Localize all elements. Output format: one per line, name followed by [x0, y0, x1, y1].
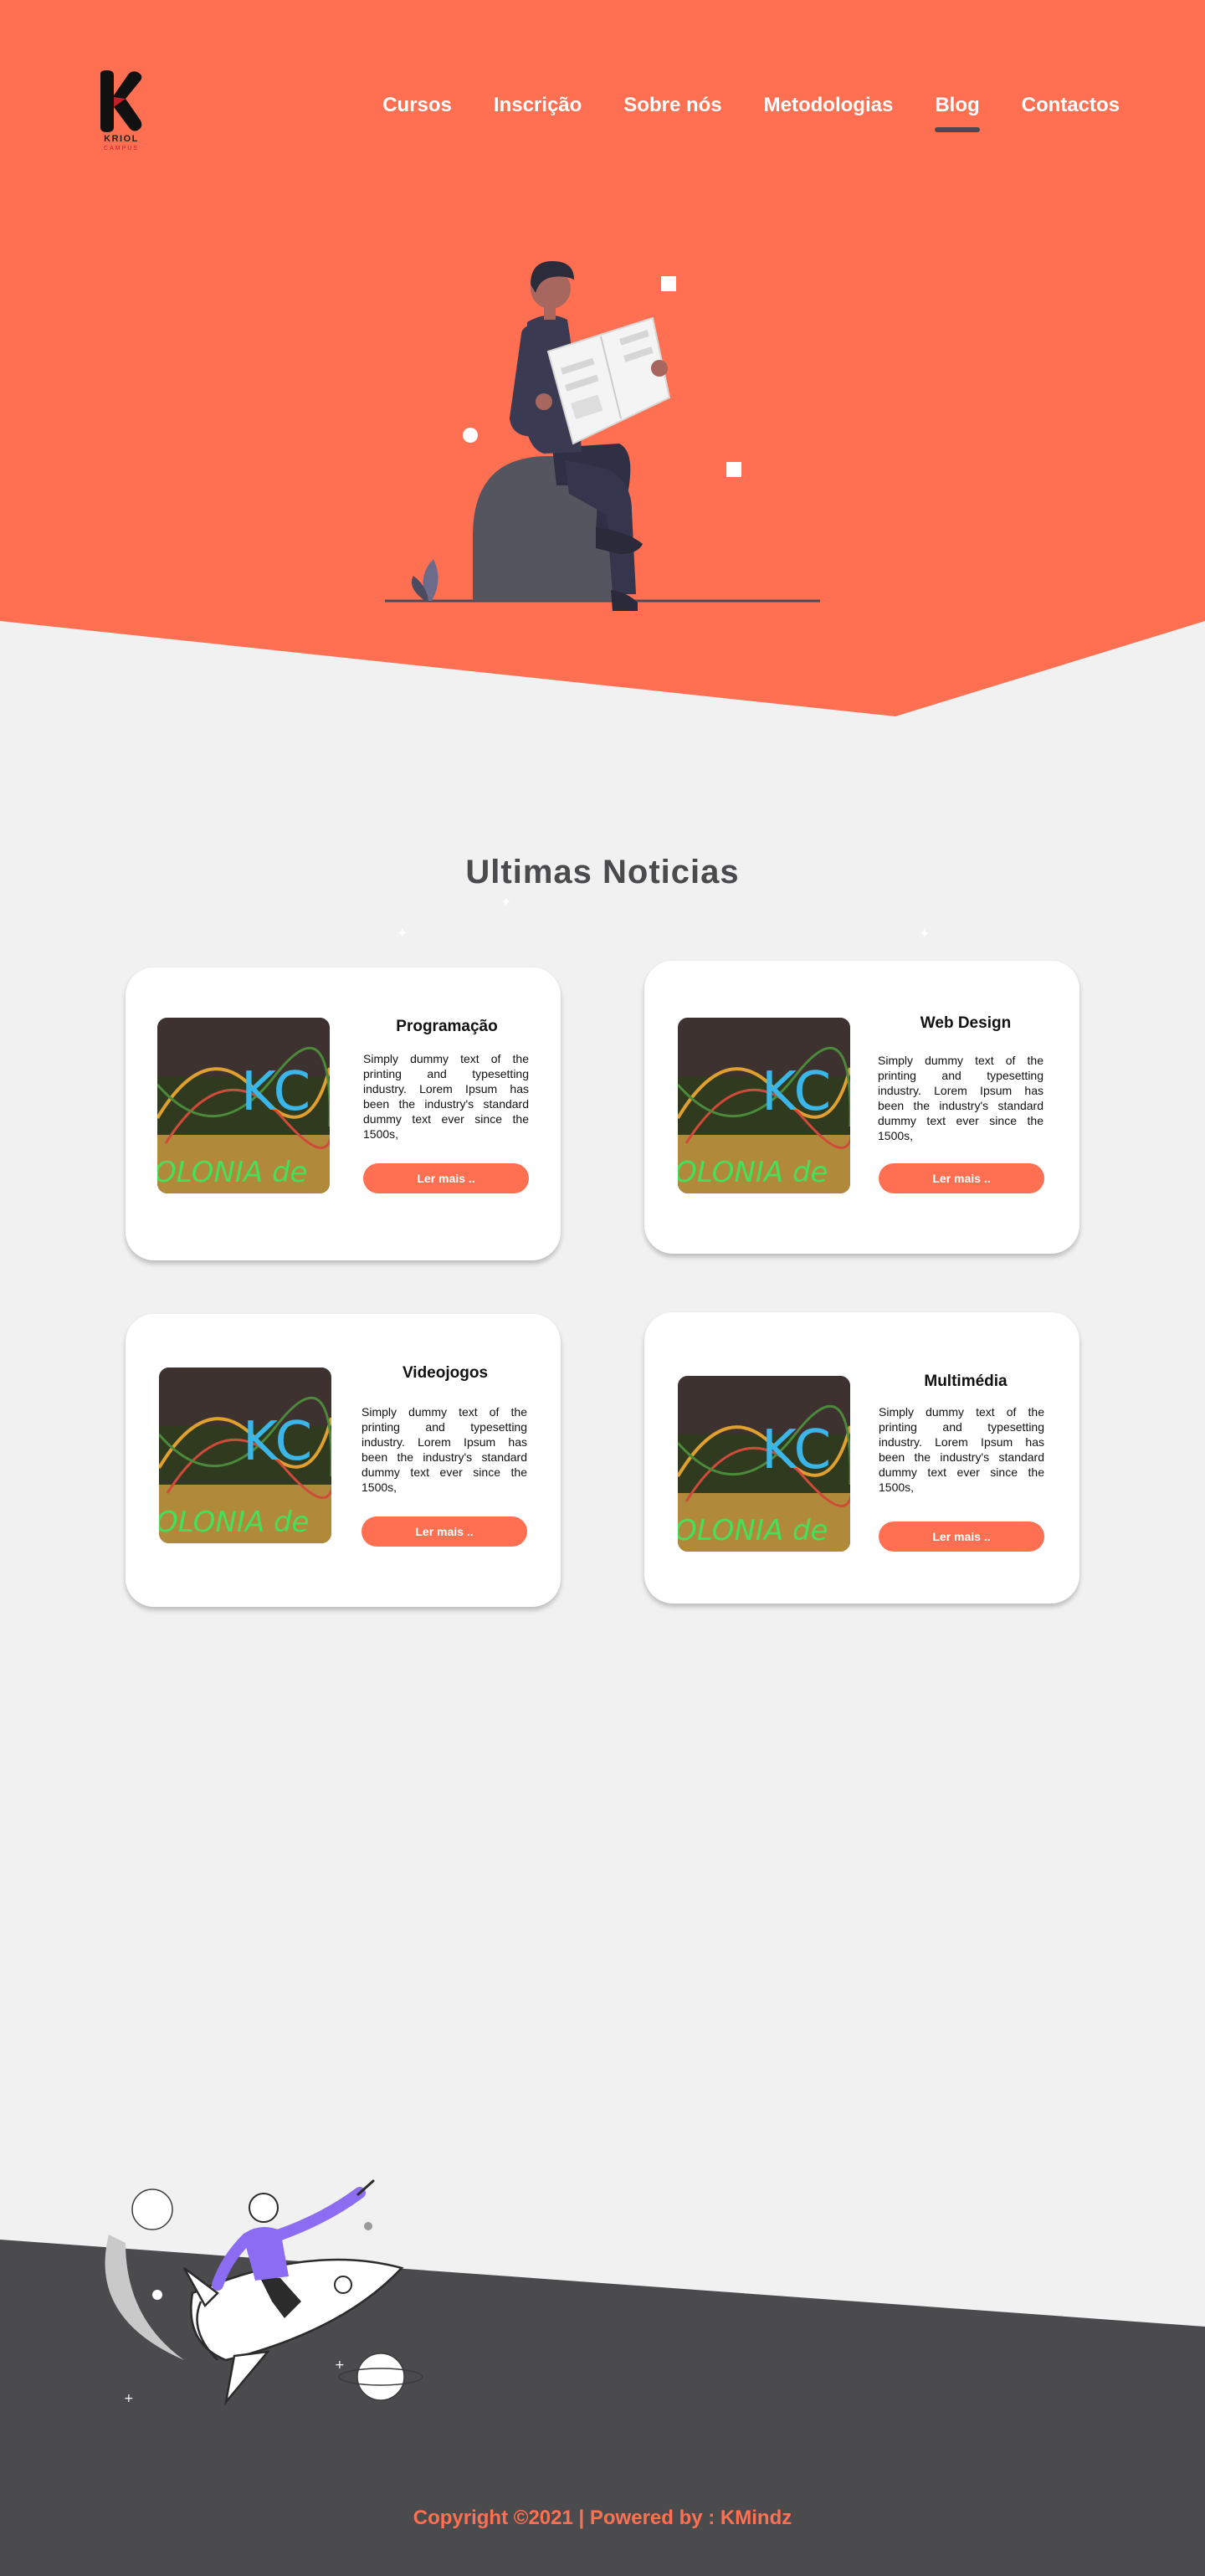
read-more-button[interactable]: Ler mais ..: [363, 1163, 529, 1193]
news-card-image[interactable]: KC OLONIA de: [678, 1018, 850, 1193]
nav-item-sobre-nos[interactable]: Sobre nós: [623, 90, 721, 121]
logo-wordmark: KRIOL: [104, 134, 139, 144]
read-more-button[interactable]: Ler mais ..: [879, 1521, 1044, 1552]
news-card-title: Web Design: [920, 1014, 1012, 1032]
news-card-image[interactable]: KC OLONIA de: [159, 1368, 331, 1543]
svg-text:KC: KC: [241, 1061, 310, 1123]
sparkle-icon: ✦: [397, 926, 408, 941]
read-more-button[interactable]: Ler mais ..: [362, 1516, 527, 1547]
svg-text:OLONIA de: OLONIA de: [678, 1514, 828, 1547]
news-card-image[interactable]: KC OLONIA de: [678, 1376, 850, 1552]
man-reading-newspaper-illustration: [385, 261, 820, 611]
footer-copyright: Copyright ©2021 | Powered by : KMindz: [413, 2507, 792, 2529]
news-card-videojogos: KC OLONIA de Videojogos Simply dummy tex…: [126, 1314, 561, 1607]
main-navigation: Cursos Inscrição Sobre nós Metodologias …: [341, 90, 1120, 132]
news-card-title: Multimédia: [924, 1373, 1008, 1390]
news-card-excerpt: Simply dummy text of the printing and ty…: [362, 1405, 527, 1494]
nav-item-cursos[interactable]: Cursos: [382, 90, 452, 121]
robotics-workshop-photo: KC OLONIA de: [678, 1376, 850, 1552]
nav-item-inscricao[interactable]: Inscrição: [494, 90, 582, 121]
svg-text:OLONIA de: OLONIA de: [157, 1156, 307, 1189]
site-logo[interactable]: KRIOL CAMPUS: [92, 69, 159, 161]
svg-text:KC: KC: [243, 1411, 312, 1473]
news-card-excerpt: Simply dummy text of the printing and ty…: [879, 1405, 1044, 1494]
person-riding-rocket-illustration: + +: [105, 2179, 423, 2406]
news-card-web-design: KC OLONIA de Web Design Simply dummy tex…: [644, 961, 1079, 1254]
nav-item-contactos[interactable]: Contactos: [1022, 90, 1120, 121]
news-card-title: Programação: [396, 1018, 498, 1035]
read-more-button[interactable]: Ler mais ..: [879, 1163, 1044, 1193]
news-card-excerpt: Simply dummy text of the printing and ty…: [878, 1054, 1043, 1142]
section-title-ultimas-noticias: Ultimas Noticias: [465, 854, 740, 890]
robotics-workshop-photo: KC OLONIA de: [678, 1018, 850, 1193]
news-card-image[interactable]: KC OLONIA de: [157, 1018, 330, 1193]
news-card-programacao: KC OLONIA de Programação Simply dummy te…: [126, 967, 561, 1260]
news-card-title: Videojogos: [402, 1364, 489, 1382]
nav-item-metodologias[interactable]: Metodologias: [764, 90, 894, 121]
news-card-multimedia: KC OLONIA de Multimédia Simply dummy tex…: [644, 1312, 1079, 1604]
news-card-excerpt: Simply dummy text of the printing and ty…: [363, 1052, 529, 1141]
sparkle-icon: ✦: [500, 895, 512, 910]
robotics-workshop-photo: KC OLONIA de: [157, 1018, 330, 1193]
svg-text:KC: KC: [761, 1419, 831, 1481]
svg-text:OLONIA de: OLONIA de: [678, 1156, 828, 1189]
svg-text:+: +: [335, 2358, 345, 2372]
svg-text:+: +: [124, 2392, 134, 2405]
svg-text:KC: KC: [761, 1061, 831, 1123]
robotics-workshop-photo: KC OLONIA de: [159, 1368, 331, 1543]
svg-text:OLONIA de: OLONIA de: [159, 1506, 309, 1539]
logo-tagline: CAMPUS: [104, 146, 139, 151]
k-logo-icon: [100, 70, 142, 132]
nav-item-blog[interactable]: Blog: [935, 90, 980, 132]
sparkle-icon: ✦: [919, 927, 931, 942]
